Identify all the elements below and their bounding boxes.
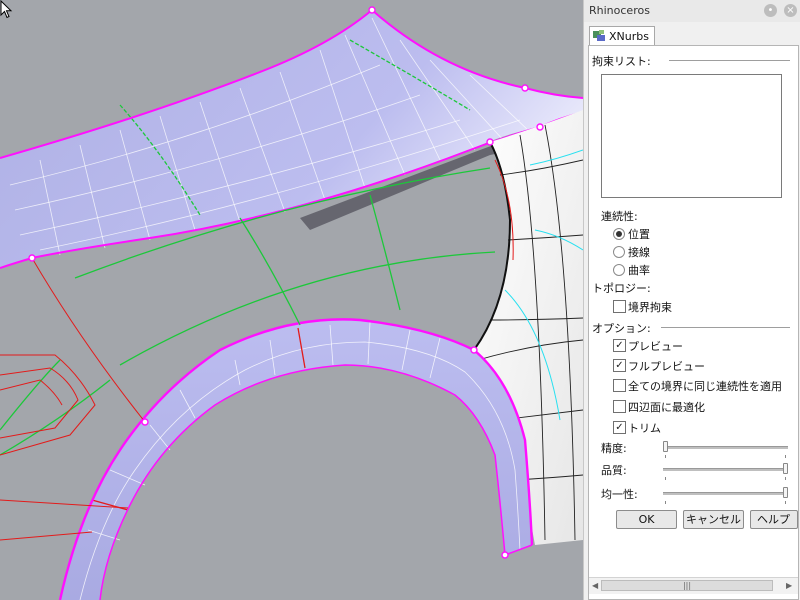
control-point bbox=[521, 84, 529, 92]
uniformity-label: 均一性: bbox=[601, 488, 638, 501]
slider-thumb[interactable] bbox=[783, 487, 788, 498]
horizontal-scrollbar[interactable]: ◀ ||| ▶ bbox=[589, 577, 798, 594]
radio-tangent[interactable]: 接線 bbox=[613, 244, 693, 260]
checkbox-label: トリム bbox=[628, 422, 661, 435]
checkbox-label: プレビュー bbox=[628, 340, 683, 353]
control-point bbox=[486, 138, 494, 146]
quality-label: 品質: bbox=[601, 464, 627, 477]
radio-curvature[interactable]: 曲率 bbox=[613, 262, 693, 278]
wheel-arch-surface bbox=[60, 319, 532, 600]
continuity-label: 連続性: bbox=[601, 210, 638, 223]
radio-label: 位置 bbox=[628, 228, 650, 241]
radio-button[interactable] bbox=[613, 264, 625, 276]
checkbox-preview[interactable]: ✓ プレビュー bbox=[613, 338, 763, 354]
mouse-cursor-icon bbox=[0, 0, 13, 19]
slider-thumb[interactable] bbox=[783, 463, 788, 474]
help-button[interactable]: ヘルプ bbox=[750, 510, 798, 529]
control-point bbox=[28, 254, 36, 262]
tab-xnurbs[interactable]: XNurbs bbox=[589, 26, 655, 46]
checkbox-trim[interactable]: ✓ トリム bbox=[613, 420, 763, 436]
constraint-list[interactable] bbox=[601, 74, 782, 198]
slider-thumb[interactable] bbox=[663, 441, 668, 452]
checkbox-full-preview[interactable]: ✓ フルプレビュー bbox=[613, 358, 763, 374]
checkbox-label: フルプレビュー bbox=[628, 360, 705, 373]
options-label: オプション: bbox=[592, 322, 651, 335]
scroll-right-icon[interactable]: ▶ bbox=[786, 581, 792, 590]
panel-title: Rhinoceros bbox=[589, 4, 650, 17]
model-render bbox=[0, 6, 583, 600]
radio-position[interactable]: 位置 bbox=[613, 226, 693, 242]
checkbox-quad-optimize[interactable]: 四辺面に最適化 bbox=[613, 399, 763, 415]
radio-label: 接線 bbox=[628, 246, 650, 259]
uniformity-slider[interactable] bbox=[663, 487, 788, 504]
tab-content: 拘束リスト: 連続性: 位置 接線 曲率 トポロジー: 境界拘束 オプション: … bbox=[588, 45, 799, 600]
precision-label: 精度: bbox=[601, 442, 627, 455]
checkbox[interactable] bbox=[613, 400, 626, 413]
radio-label: 曲率 bbox=[628, 264, 650, 277]
panel-titlebar[interactable]: Rhinoceros • × bbox=[584, 0, 800, 22]
close-icon[interactable]: × bbox=[784, 4, 797, 17]
control-point bbox=[141, 418, 149, 426]
separator bbox=[661, 327, 790, 328]
control-point bbox=[501, 551, 509, 559]
checkbox[interactable]: ✓ bbox=[613, 359, 626, 372]
ok-button[interactable]: OK bbox=[616, 510, 677, 529]
constraint-list-label: 拘束リスト: bbox=[592, 55, 651, 68]
radio-button[interactable] bbox=[613, 228, 625, 240]
checkbox[interactable]: ✓ bbox=[613, 339, 626, 352]
checkbox[interactable]: ✓ bbox=[613, 421, 626, 434]
control-point bbox=[536, 123, 544, 131]
fender-top-surface bbox=[0, 10, 583, 268]
control-point bbox=[368, 6, 376, 14]
separator bbox=[669, 60, 790, 61]
checkbox[interactable] bbox=[613, 300, 626, 313]
checkbox-label: 境界拘束 bbox=[628, 301, 672, 314]
checkbox[interactable] bbox=[613, 379, 626, 392]
quality-slider[interactable] bbox=[663, 463, 788, 480]
checkbox-boundary-constraint[interactable]: 境界拘束 bbox=[613, 299, 763, 315]
checkbox-label: 全ての境界に同じ連続性を適用 bbox=[628, 380, 782, 393]
topology-label: トポロジー: bbox=[592, 282, 651, 295]
xnurbs-icon bbox=[593, 30, 605, 41]
tab-label: XNurbs bbox=[609, 30, 649, 43]
checkbox-same-continuity[interactable]: 全ての境界に同じ連続性を適用 bbox=[613, 378, 798, 394]
cancel-button[interactable]: キャンセル bbox=[683, 510, 744, 529]
control-point bbox=[470, 346, 478, 354]
scrollbar-thumb[interactable]: ||| bbox=[601, 580, 773, 591]
checkbox-label: 四辺面に最適化 bbox=[628, 401, 705, 414]
viewport-3d[interactable] bbox=[0, 0, 583, 600]
precision-slider[interactable] bbox=[663, 441, 788, 458]
scroll-left-icon[interactable]: ◀ bbox=[592, 581, 598, 590]
xnurbs-panel: Rhinoceros • × XNurbs 拘束リスト: 連続性: 位置 接線 … bbox=[583, 0, 800, 600]
radio-button[interactable] bbox=[613, 246, 625, 258]
pin-icon[interactable]: • bbox=[764, 4, 777, 17]
